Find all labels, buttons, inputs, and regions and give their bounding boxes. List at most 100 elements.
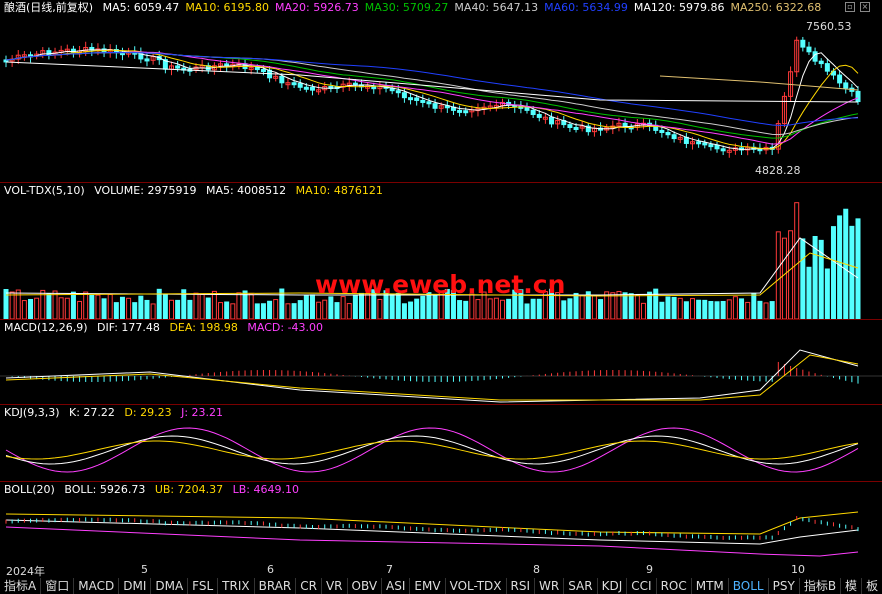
candle — [432, 103, 438, 109]
candle — [855, 90, 861, 103]
axis-label: 5 — [141, 563, 148, 576]
volume-bar — [401, 303, 407, 319]
tab-fsl[interactable]: FSL — [188, 578, 219, 594]
candle — [573, 126, 579, 130]
volume-bar — [52, 290, 58, 319]
right-tab[interactable]: 模 — [841, 578, 863, 594]
volume-bar — [493, 297, 499, 319]
volume-bar — [144, 299, 150, 319]
volume-bar — [855, 218, 861, 319]
volume-bar — [775, 231, 781, 319]
candlestick-chart — [3, 36, 861, 158]
volume-bar — [291, 303, 297, 319]
volume-bar — [732, 296, 738, 319]
ma-line — [5, 51, 859, 126]
candle — [567, 124, 573, 128]
volume-bar — [3, 289, 9, 319]
ma250-line — [659, 75, 859, 91]
kdj-pane[interactable]: KDJ(9,3,3) K: 27.22 D: 29.23 J: 23.21 — [0, 405, 882, 481]
tab-roc[interactable]: ROC — [657, 578, 692, 594]
candle — [696, 141, 702, 145]
tab-dma[interactable]: DMA — [151, 578, 189, 594]
volume-bar — [28, 298, 34, 319]
tab-窗口[interactable]: 窗口 — [41, 578, 75, 594]
right-tab[interactable]: 板 — [862, 578, 882, 594]
volume-bar — [175, 299, 181, 319]
tab-rsi[interactable]: RSI — [507, 578, 536, 594]
boll-chart — [5, 511, 859, 557]
volume-bar — [757, 300, 763, 319]
tab-vol-tdx[interactable]: VOL-TDX — [446, 578, 507, 594]
tab-macd[interactable]: MACD — [74, 578, 120, 594]
volume-bar — [420, 295, 426, 319]
volume-bar — [303, 295, 309, 319]
volume-bar — [242, 290, 248, 319]
candle — [818, 60, 824, 65]
volume-bar — [622, 292, 628, 319]
volume-bar — [340, 296, 346, 319]
tab-kdj[interactable]: KDJ — [598, 578, 628, 594]
candle — [401, 92, 407, 99]
candle — [260, 69, 266, 73]
volume-bar — [64, 297, 70, 319]
kdj-line — [5, 440, 859, 460]
macd-pane[interactable]: MACD(12,26,9) DIF: 177.48 DEA: 198.98 MA… — [0, 320, 882, 404]
boll-pane[interactable]: BOLL(20) BOLL: 5926.73 UB: 7204.37 LB: 4… — [0, 482, 882, 562]
volume-bar — [193, 292, 199, 319]
tab-trix[interactable]: TRIX — [218, 578, 255, 594]
candle — [714, 144, 720, 150]
low-price-label: 4828.28 — [755, 164, 801, 177]
tab-mtm[interactable]: MTM — [692, 578, 729, 594]
volume-bar — [218, 302, 224, 319]
candle — [843, 82, 849, 89]
volume-bar — [414, 298, 420, 319]
tab-boll[interactable]: BOLL — [729, 578, 769, 594]
tab-sar[interactable]: SAR — [564, 578, 598, 594]
volume-bar — [837, 215, 843, 319]
candle — [524, 106, 530, 111]
tab-psy[interactable]: PSY — [769, 578, 800, 594]
volume-bar — [665, 296, 671, 319]
tab-asi[interactable]: ASI — [382, 578, 411, 594]
volume-bar — [199, 293, 205, 319]
volume-bar — [634, 294, 640, 319]
volume-bar — [322, 299, 328, 319]
tab-vr[interactable]: VR — [322, 578, 348, 594]
tab-wr[interactable]: WR — [535, 578, 565, 594]
volume-bar — [101, 298, 107, 319]
right-tab[interactable]: 指标B — [800, 578, 842, 594]
indicator-tab-bar: 指标A 窗口 MACD DMI DMA FSL TRIX BRAR CR VR OBV ASI EMV V… — [0, 578, 882, 594]
axis-label: 7 — [386, 563, 393, 576]
volume-bar — [463, 300, 469, 319]
tab-指标a[interactable]: 指标A — [0, 578, 42, 594]
candle — [463, 110, 469, 114]
volume-bar — [683, 301, 689, 319]
macd-chart — [0, 349, 882, 403]
volume-bar — [690, 298, 696, 319]
volume-bar — [230, 303, 236, 319]
volume-bar — [751, 293, 757, 319]
tab-obv[interactable]: OBV — [348, 578, 383, 594]
candle — [414, 97, 420, 101]
tab-emv[interactable]: EMV — [410, 578, 446, 594]
candle — [549, 116, 555, 125]
volume-bar — [536, 298, 542, 319]
tab-cci[interactable]: CCI — [627, 578, 657, 594]
volume-bar — [132, 302, 138, 319]
kdj-line — [5, 427, 859, 473]
candle — [683, 136, 689, 144]
price-pane[interactable]: 酿酒(日线,前复权) MA5: 6059.47 MA10: 6195.80 MA20… — [0, 0, 882, 182]
volume-bar — [205, 297, 211, 319]
volume-bar — [726, 299, 732, 319]
volume-bar — [530, 298, 536, 319]
tab-brar[interactable]: BRAR — [255, 578, 297, 594]
candle — [297, 82, 303, 88]
tab-cr[interactable]: CR — [296, 578, 322, 594]
volume-bar — [138, 295, 144, 319]
volume-bar — [328, 296, 334, 319]
volume-bar — [769, 301, 775, 319]
tab-dmi[interactable]: DMI — [119, 578, 152, 594]
volume-bar — [15, 289, 21, 319]
volume-bar — [487, 298, 493, 319]
volume-bar — [46, 293, 52, 319]
